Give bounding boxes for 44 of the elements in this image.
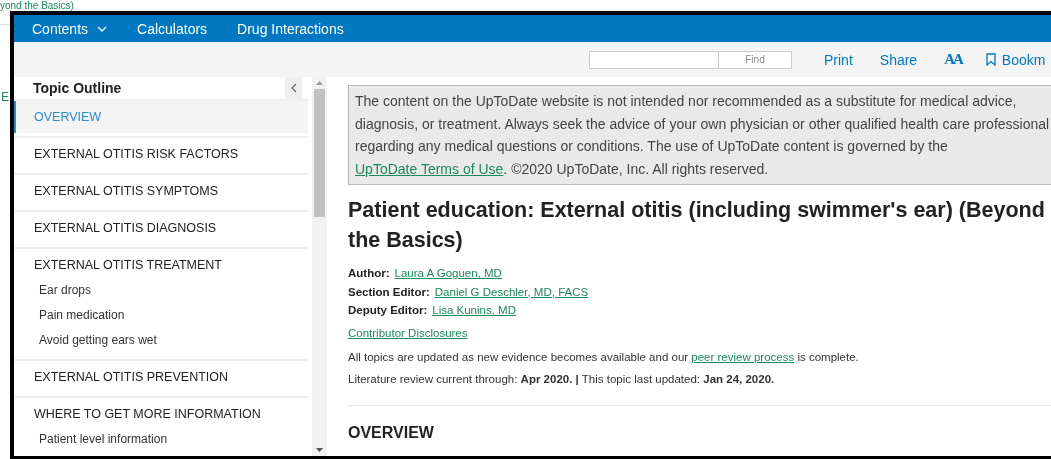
outline-item[interactable]: EXTERNAL OTITIS TREATMENT — [14, 249, 308, 281]
credit-label: Deputy Editor: — [348, 303, 428, 318]
scroll-up-icon[interactable] — [316, 81, 323, 85]
credit-label: Author: — [348, 266, 390, 281]
credit-link[interactable]: Daniel G Deschler, MD, FACS — [434, 282, 589, 301]
article-title: Patient education: External otitis (including swimmer's ear) (Beyond the Basics) — [348, 197, 1046, 254]
collapse-button[interactable] — [285, 77, 302, 99]
font-size-button[interactable]: AA — [944, 51, 962, 68]
credit-label: Section Editor: — [348, 284, 430, 300]
update-note: All topics are updated as new evidence becomes available and our peer review process is complete. — [348, 350, 860, 363]
scroll-down-icon[interactable] — [316, 448, 323, 452]
outline-item[interactable]: EXTERNAL OTITIS RISK FACTORS — [14, 138, 308, 170]
outline-subitem[interactable]: Avoid getting ears wet — [14, 331, 308, 356]
terms-link[interactable]: UpToDate Terms of Use — [355, 160, 504, 177]
outline-item[interactable]: EXTERNAL OTITIS DIAGNOSIS — [14, 212, 308, 244]
outline-subitem[interactable]: Ear drops — [14, 281, 308, 306]
outline-item[interactable]: EXTERNAL OTITIS PREVENTION — [14, 361, 308, 393]
outline-subitem[interactable]: Pain medication — [14, 306, 308, 331]
background-title-text: yond the Basics) — [0, 0, 74, 11]
bookmark-link[interactable]: Bookm — [1001, 51, 1046, 68]
disclaimer-notice: The content on the UpToDate website is not intended nor recommended as a substitute for medical advice, diagnosis, or treatment. Always seek the advice of your own physician or other qualified health care professional regarding any medical questions or conditions. The use of UpToDate content is governed by the UpToDate Terms of Use. ©2020 UpToDate, Inc. All rights reserved. — [348, 85, 1051, 185]
peer-review-link[interactable]: peer review process — [691, 350, 795, 363]
scrollbar[interactable] — [312, 77, 327, 456]
review-dates: Literature review current through: Apr 2020. | This topic last updated: Jan 24, 2020. — [348, 372, 776, 385]
credit-link[interactable]: Lisa Kunins, MD — [432, 301, 516, 320]
outline-subitem[interactable]: Patient level information — [14, 430, 308, 455]
disclosures-link[interactable]: Contributor Disclosures — [348, 326, 468, 339]
chevron-left-icon — [290, 83, 297, 93]
credit-link[interactable]: Laura A Goguen, MD — [394, 264, 502, 283]
toolbar-link[interactable]: Share — [879, 51, 918, 68]
bookmark-icon[interactable] — [985, 53, 996, 66]
nav-link[interactable]: Calculators — [137, 20, 208, 37]
section-heading: OVERVIEW — [348, 423, 435, 442]
find-button[interactable]: Find — [719, 50, 792, 69]
nav-link[interactable]: Drug Interactions — [237, 20, 344, 37]
outline-item[interactable]: OVERVIEW — [14, 101, 308, 133]
outline-item[interactable]: WHERE TO GET MORE INFORMATION — [14, 398, 308, 430]
background-link[interactable]: E — [1, 90, 9, 104]
nav-link[interactable]: Contents — [32, 20, 108, 37]
scrollbar-thumb[interactable] — [314, 89, 325, 217]
outline-item[interactable]: EXTERNAL OTITIS SYMPTOMS — [14, 175, 308, 207]
search-field[interactable] — [589, 50, 719, 69]
toolbar-link[interactable]: Print — [824, 51, 853, 68]
outline-title: Topic Outline — [33, 80, 122, 96]
